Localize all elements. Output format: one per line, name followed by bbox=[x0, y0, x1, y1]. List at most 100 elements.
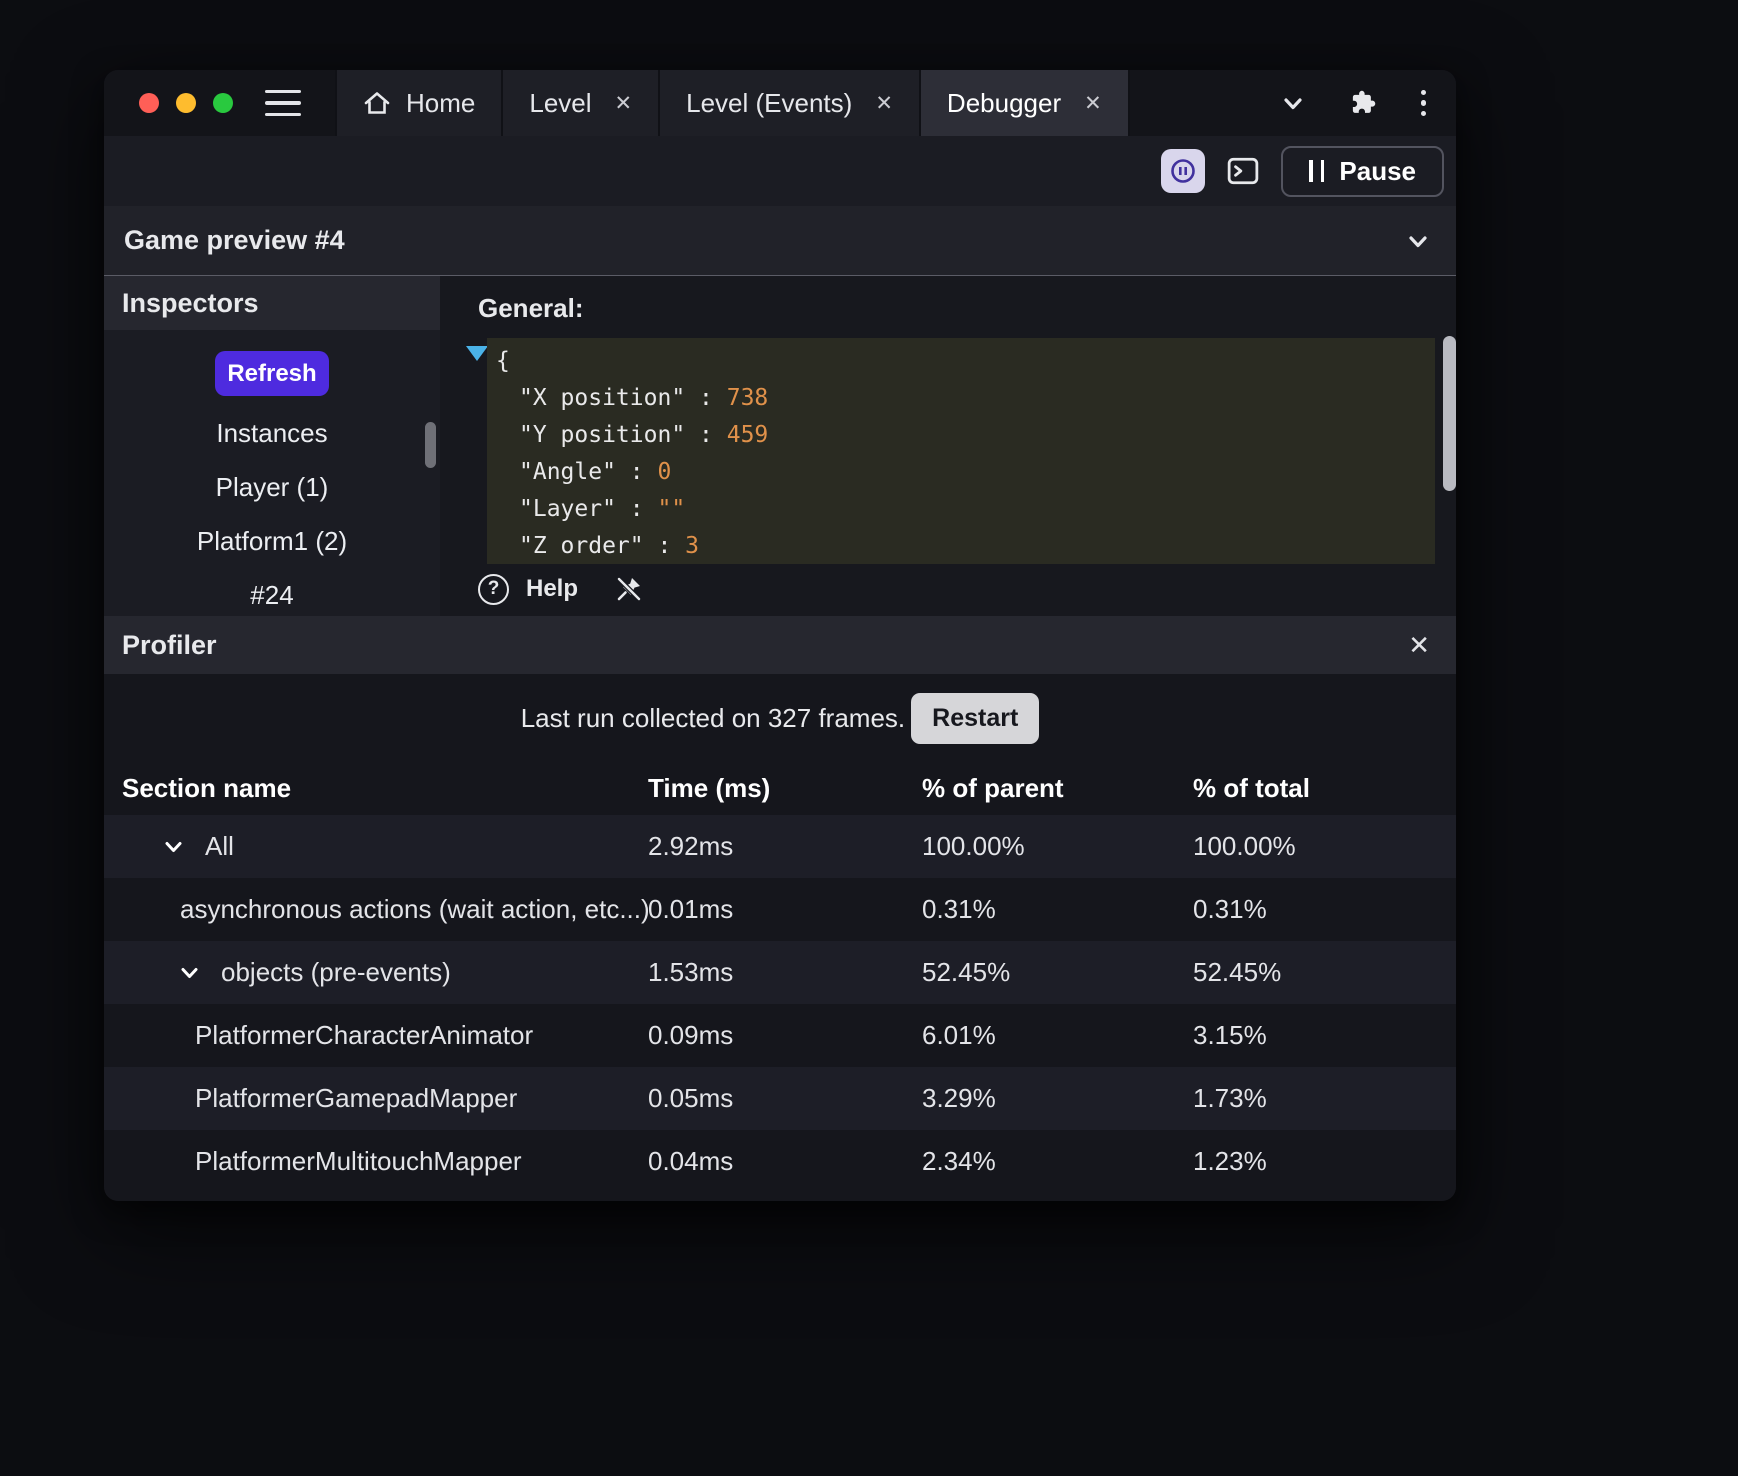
table-row: objects (pre-events) 1.53ms 52.45% 52.45… bbox=[104, 941, 1456, 1004]
inspectors-scrollbar[interactable] bbox=[425, 422, 436, 468]
property-y-position: "Y position" : 459 bbox=[519, 422, 769, 448]
table-row: PlatformerCharacterAnimator 0.09ms 6.01%… bbox=[104, 1004, 1456, 1067]
console-button[interactable] bbox=[1221, 149, 1265, 193]
chevron-down-icon[interactable] bbox=[160, 833, 187, 860]
column-percent-parent: % of parent bbox=[922, 773, 1064, 803]
inspectors-title: Inspectors bbox=[122, 287, 259, 318]
close-tab-icon[interactable]: ✕ bbox=[1084, 91, 1102, 116]
section-percent-parent: 100.00% bbox=[922, 831, 1025, 861]
tab-level-events[interactable]: Level (Events) ✕ bbox=[660, 70, 921, 136]
section-percent-total: 1.73% bbox=[1193, 1083, 1267, 1113]
game-preview-header[interactable]: Game preview #4 bbox=[104, 206, 1456, 276]
chevron-down-icon[interactable] bbox=[176, 959, 203, 986]
column-time: Time (ms) bbox=[648, 773, 771, 803]
section-name: asynchronous actions (wait action, etc..… bbox=[180, 894, 648, 924]
tab-level[interactable]: Level ✕ bbox=[503, 70, 661, 136]
section-percent-total: 0.31% bbox=[1193, 894, 1267, 924]
expander-triangle-icon[interactable] bbox=[466, 346, 488, 361]
section-percent-total: 1.23% bbox=[1193, 1146, 1267, 1176]
section-percent-parent: 6.01% bbox=[922, 1020, 996, 1050]
kebab-menu-icon[interactable] bbox=[1420, 89, 1426, 117]
table-row: All 2.92ms 100.00% 100.00% bbox=[104, 815, 1456, 878]
tab-home[interactable]: Home bbox=[335, 70, 504, 136]
tab-label: Debugger bbox=[946, 87, 1062, 118]
tree-item-player[interactable]: Player (1) bbox=[216, 460, 329, 514]
pause-circle-button[interactable] bbox=[1161, 149, 1206, 193]
tree-item-instances[interactable]: Instances bbox=[216, 406, 327, 460]
profiler-table: Section name Time (ms) % of parent % of … bbox=[104, 762, 1456, 1193]
pause-button[interactable]: Pause bbox=[1281, 145, 1444, 197]
section-time: 2.92ms bbox=[648, 831, 734, 861]
help-question-icon[interactable]: ? bbox=[478, 573, 509, 605]
close-tab-icon[interactable]: ✕ bbox=[875, 91, 893, 116]
titlebar-right-actions bbox=[1279, 70, 1457, 136]
section-name: PlatformerGamepadMapper bbox=[195, 1083, 518, 1113]
help-row: ? Help bbox=[478, 573, 645, 605]
pin-slash-icon[interactable] bbox=[613, 573, 645, 605]
profiler-status-text: Last run collected on 327 frames. bbox=[520, 702, 906, 733]
refresh-button[interactable]: Refresh bbox=[215, 351, 329, 396]
debugger-window: Home Level ✕ Level (Events) ✕ Debugger ✕ bbox=[104, 70, 1456, 1201]
maximize-window-button[interactable] bbox=[213, 93, 233, 113]
section-time: 1.53ms bbox=[648, 957, 734, 987]
column-section-name: Section name bbox=[122, 773, 292, 803]
inspectors-tree: Refresh Instances Player (1) Platform1 (… bbox=[104, 330, 440, 616]
property-z-order: "Z order" : 3 bbox=[519, 533, 700, 559]
section-time: 0.01ms bbox=[648, 894, 734, 924]
table-row: PlatformerMultitouchMapper 0.04ms 2.34% … bbox=[104, 1130, 1456, 1193]
section-name: All bbox=[205, 831, 234, 861]
section-percent-total: 52.45% bbox=[1193, 957, 1282, 987]
property-angle: "Angle" : 0 bbox=[519, 459, 672, 485]
console-icon bbox=[1227, 156, 1259, 186]
property-layer: "Layer" : "" bbox=[519, 496, 686, 522]
section-name: objects (pre-events) bbox=[221, 957, 451, 987]
section-percent-parent: 52.45% bbox=[922, 957, 1011, 987]
profiler-header: Profiler ✕ bbox=[104, 616, 1456, 674]
pause-button-label: Pause bbox=[1339, 155, 1416, 186]
section-time: 0.05ms bbox=[648, 1083, 734, 1113]
profiler-table-header: Section name Time (ms) % of parent % of … bbox=[104, 762, 1456, 815]
debugger-toolbar: Pause bbox=[104, 136, 1456, 206]
properties-json-view: { "X position" : 738 "Y position" : 459 … bbox=[487, 338, 1435, 564]
section-percent-total: 3.15% bbox=[1193, 1020, 1267, 1050]
restart-button[interactable]: Restart bbox=[911, 692, 1040, 744]
pause-icon bbox=[1309, 160, 1325, 182]
profiler-title: Profiler bbox=[122, 629, 217, 660]
section-percent-parent: 0.31% bbox=[922, 894, 996, 924]
code-line: { bbox=[496, 348, 510, 374]
tab-bar: Home Level ✕ Level (Events) ✕ Debugger ✕ bbox=[335, 70, 1130, 136]
section-percent-parent: 3.29% bbox=[922, 1083, 996, 1113]
section-percent-total: 100.00% bbox=[1193, 831, 1296, 861]
tab-debugger[interactable]: Debugger ✕ bbox=[920, 70, 1130, 136]
chevron-down-icon[interactable] bbox=[1279, 89, 1307, 117]
tree-item-platform1[interactable]: Platform1 (2) bbox=[197, 514, 347, 568]
help-link[interactable]: Help bbox=[526, 575, 578, 603]
section-time: 0.09ms bbox=[648, 1020, 734, 1050]
section-name: PlatformerCharacterAnimator bbox=[195, 1020, 534, 1050]
general-scrollbar[interactable] bbox=[1443, 336, 1456, 491]
hamburger-menu-icon[interactable] bbox=[265, 89, 301, 117]
property-x-position: "X position" : 738 bbox=[519, 385, 769, 411]
tab-label: Level bbox=[529, 87, 592, 118]
section-name: PlatformerMultitouchMapper bbox=[195, 1146, 522, 1176]
inspectors-header: Inspectors bbox=[104, 276, 440, 330]
general-section-title: General: bbox=[478, 293, 584, 323]
tab-label: Home bbox=[406, 87, 476, 118]
home-icon bbox=[363, 90, 391, 116]
minimize-window-button[interactable] bbox=[176, 93, 196, 113]
debugger-main: Inspectors Refresh Instances Player (1) … bbox=[104, 276, 1456, 616]
table-row: asynchronous actions (wait action, etc..… bbox=[104, 878, 1456, 941]
chevron-down-icon[interactable] bbox=[1404, 227, 1432, 255]
extensions-puzzle-icon[interactable] bbox=[1349, 88, 1379, 118]
tab-label: Level (Events) bbox=[686, 87, 853, 118]
close-tab-icon[interactable]: ✕ bbox=[615, 91, 633, 116]
tree-item-instance-24[interactable]: #24 bbox=[250, 568, 293, 616]
close-window-button[interactable] bbox=[139, 93, 159, 113]
game-preview-title: Game preview #4 bbox=[124, 225, 345, 255]
section-time: 0.04ms bbox=[648, 1146, 734, 1176]
general-panel: General: { "X position" : 738 "Y positio… bbox=[440, 276, 1456, 616]
column-percent-total: % of total bbox=[1193, 773, 1310, 803]
pause-circle-icon bbox=[1169, 157, 1197, 185]
close-icon[interactable]: ✕ bbox=[1408, 630, 1430, 661]
table-row: PlatformerGamepadMapper 0.05ms 3.29% 1.7… bbox=[104, 1067, 1456, 1130]
